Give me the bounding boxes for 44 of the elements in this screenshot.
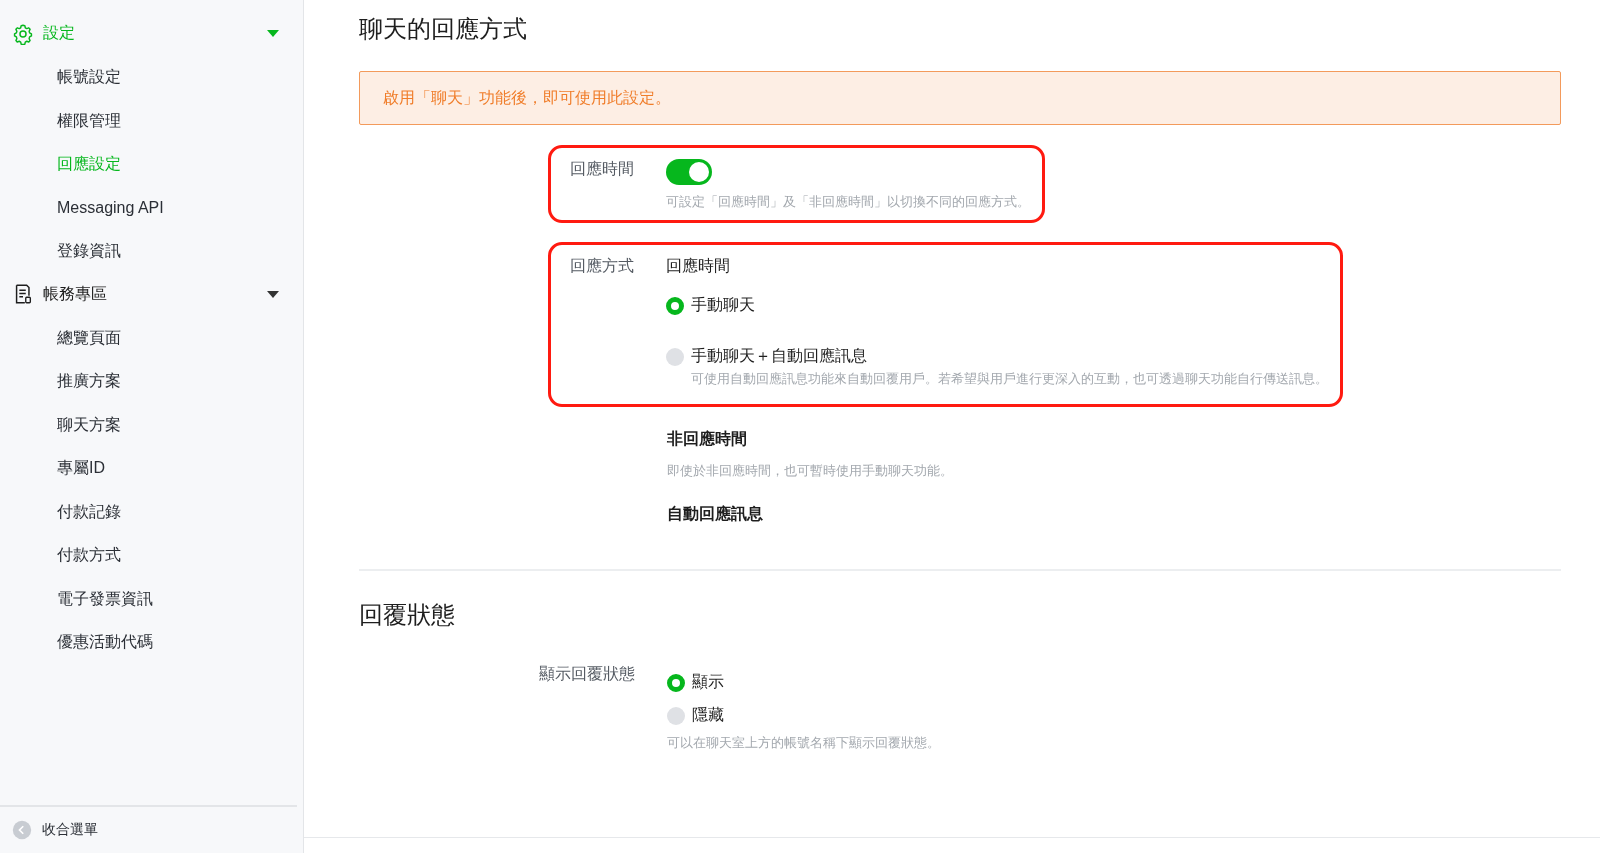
sidebar-item[interactable]: 付款記錄 [0, 489, 303, 533]
radio-label: 手動聊天 [691, 295, 755, 315]
sidebar-item[interactable]: 聊天方案 [0, 402, 303, 446]
sidebar-item[interactable]: 推廣方案 [0, 359, 303, 403]
caret-icon [267, 30, 279, 37]
hint-text: 可使用自動回應訊息功能來自動回覆用戶。若希望與用戶進行更深入的互動，也可透過聊天功能自行傳送訊息。 [691, 370, 1328, 388]
field-label: 回應方式 [570, 257, 634, 274]
subsection-title: 非回應時間 [667, 429, 747, 449]
radio-label: 手動聊天＋自動回應訊息 [691, 346, 867, 366]
radio-option[interactable]: 手動聊天＋自動回應訊息 [666, 346, 1328, 367]
chevron-left-icon [12, 820, 32, 840]
radio-label: 隱藏 [692, 705, 724, 725]
radio-option[interactable]: 顯示 [667, 672, 724, 693]
radio-option[interactable]: 隱藏 [667, 705, 724, 726]
sidebar-item[interactable]: 登錄資訊 [0, 229, 303, 273]
section-title: 聊天的回應方式 [359, 14, 528, 44]
radio-button[interactable] [667, 706, 685, 725]
section-title: 回覆狀態 [359, 600, 456, 630]
radio-button[interactable] [667, 673, 685, 692]
sidebar-item[interactable]: 優惠活動代碼 [0, 620, 303, 664]
caret-icon [267, 290, 279, 298]
radio-option[interactable]: 手動聊天 [666, 295, 755, 316]
alert-banner: 啟用「聊天」功能後，即可使用此設定。 [359, 71, 1561, 125]
sidebar-item[interactable]: 總覽頁面 [0, 315, 303, 359]
sidebar-item[interactable]: 權限管理 [0, 98, 303, 142]
collapse-menu-button[interactable]: 收合選單 [0, 820, 98, 840]
field-label: 回應時間 [570, 160, 634, 177]
hint-text: 即使於非回應時間，也可暫時使用手動聊天功能。 [667, 462, 953, 480]
radio-button[interactable] [666, 296, 684, 315]
sidebar-item[interactable]: Messaging API [0, 185, 303, 229]
toggle-switch[interactable] [666, 159, 712, 185]
radio-button[interactable] [666, 347, 684, 366]
gear-icon [12, 22, 34, 45]
hint-text: 可設定「回應時間」及「非回應時間」以切換不同的回應方式。 [666, 193, 1030, 211]
menu-group-header[interactable]: 帳務專區 [0, 272, 303, 316]
hint-text: 可以在聊天室上方的帳號名稱下顯示回覆狀態。 [667, 734, 940, 752]
sidebar-item[interactable]: 帳號設定 [0, 55, 303, 99]
sidebar-item[interactable]: 專屬ID [0, 446, 303, 490]
field-label: 顯示回覆狀態 [539, 665, 635, 682]
sidebar-item[interactable]: 電子發票資訊 [0, 576, 303, 620]
sidebar-item[interactable]: 付款方式 [0, 533, 303, 577]
subsection-title: 自動回應訊息 [667, 504, 763, 524]
radio-label: 顯示 [692, 672, 724, 692]
subsection-title: 回應時間 [666, 256, 730, 276]
